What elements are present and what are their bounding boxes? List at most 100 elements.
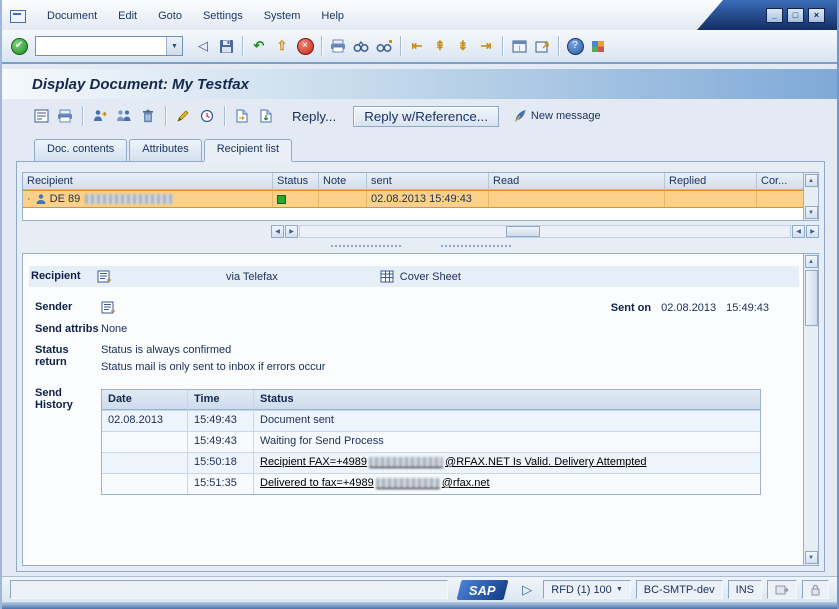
status-return-row: Status return Status is always confirmed…	[35, 344, 795, 378]
copy-button[interactable]	[231, 105, 253, 127]
lock-icon	[810, 584, 821, 596]
undo-icon: ↶	[254, 38, 265, 54]
undo-button[interactable]: ↶	[248, 35, 270, 57]
scroll-right-icon[interactable]: ▶	[806, 225, 819, 238]
print-preview-button[interactable]	[30, 105, 52, 127]
reply-button[interactable]: Reply...	[281, 106, 347, 127]
enter-button[interactable]: ✔	[8, 35, 30, 57]
sender-address-icon[interactable]	[101, 301, 116, 314]
toolbar-separator	[558, 36, 559, 56]
delete-button[interactable]	[137, 105, 159, 127]
menu-settings[interactable]: Settings	[193, 7, 253, 25]
pane-splitter[interactable]	[22, 241, 819, 251]
recipient-list-panel: Recipient Status Note sent Read Replied …	[16, 161, 825, 572]
system-field[interactable]: RFD (1) 100 ▼	[543, 580, 630, 599]
cancel-button[interactable]: ×	[294, 35, 316, 57]
cover-sheet-icon[interactable]	[380, 270, 394, 283]
status-message-field	[10, 580, 448, 599]
menu-goto[interactable]: Goto	[148, 7, 192, 25]
scrollbar-thumb[interactable]	[506, 226, 540, 237]
new-message-button[interactable]: New message	[513, 109, 601, 123]
edit-button[interactable]	[172, 105, 194, 127]
detail-vertical-scrollbar[interactable]: ▲ ▼	[803, 254, 818, 565]
scroll-left-icon[interactable]: ◀	[792, 225, 805, 238]
recipient-row[interactable]: · DE 89 02.08.2013 15:49:43	[23, 190, 803, 208]
last-page-button[interactable]: ⇥	[475, 35, 497, 57]
column-replied[interactable]: Replied	[665, 173, 757, 190]
scroll-right-icon[interactable]: ▶	[285, 225, 298, 238]
continue-icon[interactable]: ▷	[516, 579, 538, 601]
print-document-button[interactable]	[54, 105, 76, 127]
system-dropdown-icon[interactable]: ▼	[616, 586, 623, 593]
page-up-icon: ⇞	[435, 38, 446, 54]
table-vertical-scrollbar[interactable]: ▲ ▼	[803, 173, 818, 220]
scrollbar-track[interactable]	[299, 225, 791, 238]
save-button[interactable]	[215, 35, 237, 57]
menu-edit[interactable]: Edit	[108, 7, 147, 25]
history-column-date[interactable]: Date	[102, 390, 188, 410]
detail-body: Recipient via Telefax Cover Sheet Sender…	[23, 254, 803, 565]
column-sent[interactable]: sent	[367, 173, 489, 190]
menu-help[interactable]: Help	[311, 7, 354, 25]
find-next-button[interactable]	[373, 35, 395, 57]
back-button[interactable]: ◁	[192, 35, 214, 57]
history-status-link[interactable]: Recipient FAX=+4989@RFAX.NET Is Valid. D…	[254, 453, 760, 473]
splitter-handle[interactable]	[441, 245, 511, 247]
forward-icon	[93, 109, 108, 123]
history-status-link[interactable]: Delivered to fax=+4989@rfax.net	[254, 474, 760, 494]
page-up-button[interactable]: ⇞	[429, 35, 451, 57]
minimize-button[interactable]: _	[766, 8, 783, 23]
page-down-button[interactable]: ⇟	[452, 35, 474, 57]
column-status[interactable]: Status	[273, 173, 319, 190]
recipient-cell: · DE 89	[23, 191, 273, 207]
column-cor[interactable]: Cor...	[757, 173, 803, 190]
exit-button[interactable]: ⇧	[271, 35, 293, 57]
scroll-up-icon[interactable]: ▲	[805, 255, 818, 268]
sent-on-date: 02.08.2013	[661, 302, 716, 314]
new-session-button[interactable]	[508, 35, 530, 57]
forward-button[interactable]	[89, 105, 111, 127]
history-time: 15:49:43	[188, 432, 254, 452]
save-icon	[219, 39, 234, 54]
history-column-time[interactable]: Time	[188, 390, 254, 410]
page-down-icon: ⇟	[458, 38, 469, 54]
close-button[interactable]: ×	[808, 8, 825, 23]
resubmit-button[interactable]	[196, 105, 218, 127]
tab-attributes[interactable]: Attributes	[129, 139, 201, 161]
sap-window: Document Edit Goto Settings System Help …	[0, 0, 839, 609]
address-icon[interactable]	[97, 270, 112, 283]
menu-document[interactable]: Document	[37, 7, 107, 25]
command-field[interactable]	[36, 37, 166, 55]
print-button[interactable]	[327, 35, 349, 57]
help-button[interactable]: ?	[564, 35, 586, 57]
history-date	[102, 453, 188, 473]
history-status: Document sent	[254, 411, 760, 431]
resend-button[interactable]	[113, 105, 135, 127]
shortcut-button[interactable]	[531, 35, 553, 57]
tab-recipient-list[interactable]: Recipient list	[204, 139, 292, 161]
customize-layout-button[interactable]	[587, 35, 609, 57]
column-note[interactable]: Note	[319, 173, 367, 190]
system-menu-icon[interactable]	[10, 10, 26, 23]
menu-system[interactable]: System	[254, 7, 311, 25]
new-session-icon	[512, 40, 527, 53]
scroll-down-icon[interactable]: ▼	[805, 206, 818, 219]
reply-with-reference-button[interactable]: Reply w/Reference...	[353, 106, 499, 127]
find-button[interactable]	[350, 35, 372, 57]
scroll-left-icon[interactable]: ◀	[271, 225, 284, 238]
redacted-fax-number	[369, 457, 443, 467]
command-dropdown-button[interactable]: ▼	[166, 37, 182, 55]
scroll-down-icon[interactable]: ▼	[805, 551, 818, 564]
first-page-button[interactable]: ⇤	[406, 35, 428, 57]
history-column-status[interactable]: Status	[254, 390, 760, 410]
insert-mode-field[interactable]: INS	[728, 580, 762, 599]
tab-doc-contents[interactable]: Doc. contents	[34, 139, 127, 161]
column-recipient[interactable]: Recipient	[23, 173, 273, 190]
scroll-up-icon[interactable]: ▲	[805, 174, 818, 187]
scrollbar-thumb[interactable]	[805, 270, 818, 326]
back-icon: ◁	[198, 38, 208, 54]
splitter-handle[interactable]	[331, 245, 401, 247]
column-read[interactable]: Read	[489, 173, 665, 190]
maximize-button[interactable]: □	[787, 8, 804, 23]
export-button[interactable]	[255, 105, 277, 127]
